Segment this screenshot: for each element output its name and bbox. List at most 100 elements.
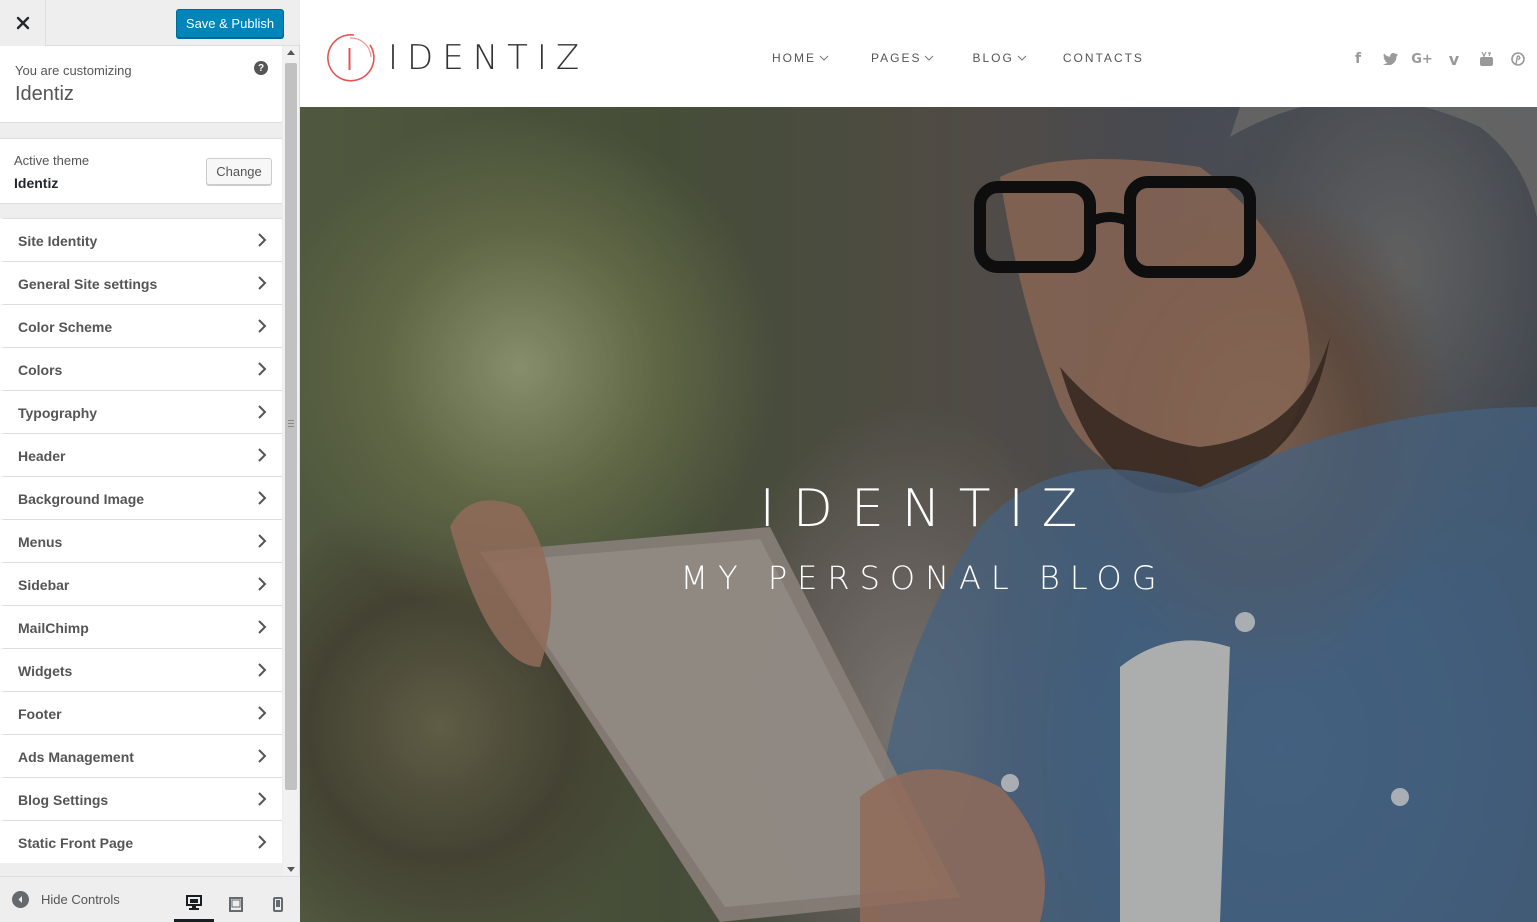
chevron-right-icon <box>258 362 267 376</box>
logo-circle-icon <box>327 34 375 82</box>
active-theme-label: Active theme <box>14 153 90 168</box>
chevron-right-icon <box>258 534 267 548</box>
customizing-label: You are customizing <box>15 63 132 78</box>
chevron-right-icon <box>258 405 267 419</box>
chevron-right-icon <box>258 448 267 462</box>
hero-image: IDENTIZ MY PERSONAL BLOG <box>300 107 1537 922</box>
section-typography[interactable]: Typography <box>0 390 282 433</box>
customizer-panel: You are customizing Identiz ? Active the… <box>0 46 300 876</box>
logo-text: IDENTIZ <box>388 38 589 78</box>
hide-controls-button[interactable]: Hide Controls <box>12 891 120 908</box>
close-icon <box>16 16 29 30</box>
google-plus-icon[interactable]: G+ <box>1406 50 1438 68</box>
chevron-right-icon <box>258 276 267 290</box>
section-colors[interactable]: Colors <box>0 347 282 390</box>
section-label: Blog Settings <box>18 792 109 808</box>
chevron-down-icon <box>925 55 934 61</box>
chevron-right-icon <box>258 577 267 591</box>
section-site-identity[interactable]: Site Identity <box>0 218 282 261</box>
chevron-right-icon <box>258 749 267 763</box>
customizer-sections: Site Identity General Site settings Color … <box>0 218 282 863</box>
chevron-right-icon <box>258 491 267 505</box>
hero-subtitle: MY PERSONAL BLOG <box>680 559 1167 597</box>
sidebar-scrollbar[interactable] <box>283 46 299 876</box>
chevron-down-icon <box>1017 55 1027 61</box>
section-color-scheme[interactable]: Color Scheme <box>0 304 282 347</box>
preview-mobile-button[interactable] <box>258 885 298 922</box>
chevron-right-icon <box>258 663 267 677</box>
section-label: General Site settings <box>18 276 158 292</box>
chevron-right-icon <box>258 835 267 849</box>
section-blog-settings[interactable]: Blog Settings <box>0 777 282 820</box>
section-label: Header <box>18 448 66 464</box>
active-theme-name: Identiz <box>14 175 59 191</box>
customizer-sidebar: Save & Publish You are customizing Ident… <box>0 0 300 922</box>
section-mailchimp[interactable]: MailChimp <box>0 605 282 648</box>
section-menus[interactable]: Menus <box>0 519 282 562</box>
vimeo-icon[interactable]: v <box>1438 50 1470 69</box>
section-label: Widgets <box>18 663 73 679</box>
section-footer[interactable]: Footer <box>0 691 282 734</box>
section-widgets[interactable]: Widgets <box>0 648 282 691</box>
section-label: Menus <box>18 534 63 550</box>
hero-title: IDENTIZ <box>759 479 1096 539</box>
nav-label: HOME <box>772 51 816 65</box>
active-theme-section: Active theme Identiz Change <box>0 138 282 204</box>
change-theme-button[interactable]: Change <box>206 158 272 185</box>
customizer-header: Save & Publish <box>0 0 300 46</box>
chevron-right-icon <box>258 233 267 247</box>
section-label: Ads Management <box>18 749 134 765</box>
section-general-site-settings[interactable]: General Site settings <box>0 261 282 304</box>
main-navigation: HOME PAGES BLOG CONTACTS <box>772 51 1144 65</box>
customizer-footer: Hide Controls <box>0 876 300 922</box>
scroll-down-arrow-icon[interactable] <box>287 867 295 872</box>
scroll-up-arrow-icon[interactable] <box>287 50 295 55</box>
preview-desktop-button[interactable] <box>174 885 214 922</box>
nav-label: PAGES <box>871 51 922 65</box>
help-icon[interactable]: ? <box>254 61 268 75</box>
chevron-right-icon <box>258 620 267 634</box>
section-label: Sidebar <box>18 577 70 593</box>
twitter-icon[interactable] <box>1374 50 1406 68</box>
chevron-right-icon <box>258 319 267 333</box>
site-logo[interactable]: IDENTIZ <box>324 32 588 84</box>
collapse-arrow-icon <box>12 891 29 908</box>
mobile-icon <box>273 896 283 912</box>
section-static-front-page[interactable]: Static Front Page <box>0 820 282 863</box>
section-label: Typography <box>18 405 98 421</box>
hide-controls-label: Hide Controls <box>41 892 120 907</box>
social-links: f G+ v <box>1342 50 1534 69</box>
section-label: Static Front Page <box>18 835 134 851</box>
site-preview: IDENTIZ HOME PAGES BLOG CONTACTS f G+ v <box>300 0 1537 922</box>
nav-blog[interactable]: BLOG <box>972 51 1027 65</box>
section-label: Colors <box>18 362 63 378</box>
section-label: Footer <box>18 706 62 722</box>
save-publish-button[interactable]: Save & Publish <box>176 9 284 38</box>
section-label: Site Identity <box>18 233 98 249</box>
pinterest-icon[interactable] <box>1502 50 1534 68</box>
nav-label: CONTACTS <box>1062 51 1144 65</box>
nav-contacts[interactable]: CONTACTS <box>1063 51 1144 65</box>
desktop-icon <box>186 894 202 910</box>
chevron-right-icon <box>258 706 267 720</box>
chevron-right-icon <box>258 792 267 806</box>
nav-label: BLOG <box>972 51 1014 65</box>
tablet-icon <box>229 896 243 912</box>
section-label: Background Image <box>18 491 145 507</box>
section-header[interactable]: Header <box>0 433 282 476</box>
section-ads-management[interactable]: Ads Management <box>0 734 282 777</box>
close-customizer-button[interactable] <box>0 0 46 46</box>
youtube-icon[interactable] <box>1470 50 1502 68</box>
section-background-image[interactable]: Background Image <box>0 476 282 519</box>
preview-tablet-button[interactable] <box>216 885 256 922</box>
chevron-down-icon <box>819 55 829 61</box>
scrollbar-grip-icon <box>288 420 294 429</box>
section-label: MailChimp <box>18 620 89 636</box>
site-title: Identiz <box>15 83 74 105</box>
nav-pages[interactable]: PAGES <box>871 51 934 65</box>
section-sidebar[interactable]: Sidebar <box>0 562 282 605</box>
customizer-info: You are customizing Identiz ? <box>0 46 282 123</box>
facebook-icon[interactable]: f <box>1342 50 1374 68</box>
nav-home[interactable]: HOME <box>772 51 829 65</box>
site-header: IDENTIZ HOME PAGES BLOG CONTACTS f G+ v <box>300 0 1537 107</box>
